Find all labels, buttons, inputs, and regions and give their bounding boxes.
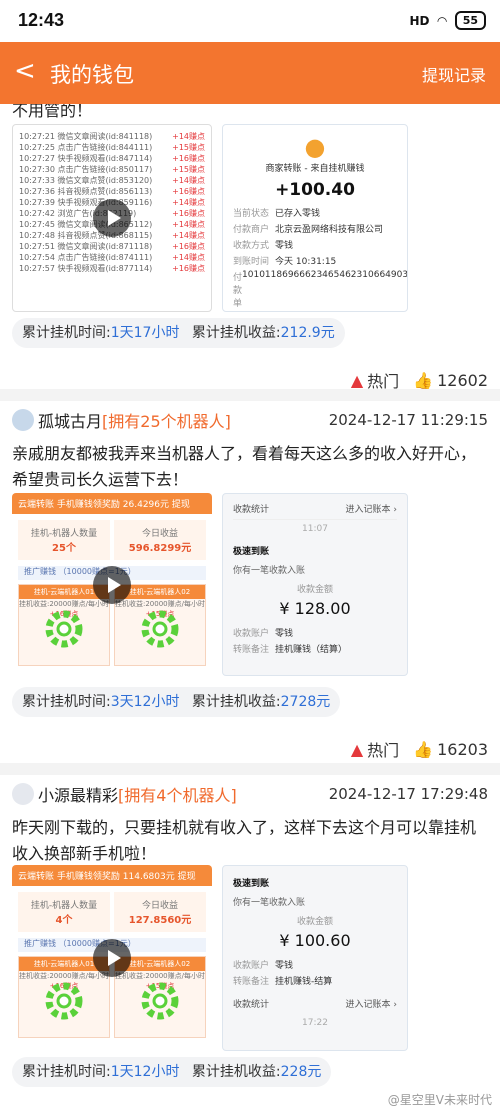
flame-icon: ▲: [350, 370, 364, 390]
username[interactable]: 孤城古月: [38, 408, 102, 432]
receipt-row: 收款方式 零钱: [233, 241, 294, 251]
receipt-amount: +100.40: [275, 180, 355, 200]
play-icon[interactable]: [93, 565, 131, 604]
summary-income: 212.9元: [280, 325, 335, 341]
play-icon[interactable]: [93, 199, 131, 237]
play-icon[interactable]: [93, 939, 131, 977]
back-button[interactable]: <: [14, 56, 36, 86]
receipt-row: 当前状态 已存入零钱: [233, 209, 321, 219]
receipt-title: 商家转账 - 来自挂机赚钱: [265, 164, 365, 174]
merchant-logo-icon: ●: [304, 133, 326, 161]
hangup-summary: 累计挂机时间:1天17小时 累计挂机收益:212.9元: [12, 318, 345, 348]
stat-grid: 挂机-机器人数量 25个 今日收益 596.8299元: [12, 514, 212, 566]
gear-icon: [141, 610, 179, 648]
log-row: 10:27:33 微信文章点赞(id:853120) +14赚点: [19, 176, 205, 185]
like-button[interactable]: 👍 12602: [413, 371, 488, 390]
app-screenshot-video[interactable]: 云端转账 手机赚钱领奖励 26.4296元 提现 挂机-机器人数量 25个 今日收…: [12, 493, 212, 676]
post-card: 孤城古月 [拥有25个机器人] 2024-12-17 11:29:15 亲戚朋友…: [0, 401, 500, 763]
summary-income-label: 累计挂机收益:: [191, 325, 281, 341]
receipt-screenshot[interactable]: 极速到账 你有一笔收款入账 收款金额 ¥ 100.60 收款账户 零钱 转账备注 挂机…: [222, 865, 408, 1051]
gear-icon: [45, 982, 83, 1020]
status-bar: 12:43 HD ◠ 55: [0, 0, 500, 42]
log-row: 10:27:54 点击广告链接(id:874111) +14赚点: [19, 253, 205, 262]
status-icons: HD ◠ 55: [409, 11, 486, 30]
post-text: 昨天刚下载的，只要挂机就有收入了，这样下去这个月可以靠挂机收入换部新手机啦！: [12, 818, 477, 863]
balance-bar: 云端转账 手机赚钱领奖励 26.4296元 提现: [12, 493, 212, 514]
summary-time: 1天17小时: [110, 325, 180, 341]
wifi-icon: ◠: [437, 13, 447, 28]
post-text: 不用管的！: [12, 104, 93, 120]
signal-icon: HD: [409, 13, 430, 28]
thumbs-up-icon: 👍: [413, 370, 434, 390]
log-row: 10:27:57 快手视频观看(id:877114) +16赚点: [19, 264, 205, 273]
robot-count-badge: [拥有25个机器人]: [102, 412, 231, 431]
receipt-row: 转账备注 挂机赚钱（结算）: [233, 645, 348, 655]
hot-badge: ▲ 热门: [350, 370, 400, 392]
post-card: 小源最精彩 [拥有4个机器人] 2024-12-17 17:29:48 昨天刚下…: [0, 775, 500, 1112]
post-feed[interactable]: 不用管的！ 10:27:21 微信文章阅读(id:841118) +14赚点 10:…: [0, 104, 500, 1112]
receipt-rows: 当前状态 已存入零钱付款商户 北京云盈网络科技有限公司 收款方式 零钱到账时间 今天 10…: [233, 206, 408, 311]
receipt-row: 付款商户 北京云盈网络科技有限公司: [233, 225, 384, 235]
receipt-row: 转账备注 挂机赚钱-结算: [233, 977, 333, 987]
post-time: 2024-12-17 11:29:15: [328, 411, 488, 429]
like-count: 16203: [437, 739, 488, 759]
status-time: 12:43: [18, 10, 65, 30]
app-screenshot-video[interactable]: 云端转账 手机赚钱领奖励 114.6803元 提现 挂机-机器人数量 4个 今日收…: [12, 865, 212, 1051]
task-log-video[interactable]: 10:27:21 微信文章阅读(id:841118) +14赚点 10:27:25 …: [12, 124, 212, 312]
gear-icon: [141, 982, 179, 1020]
log-row: 10:27:27 快手视频观看(id:847114) +16赚点: [19, 154, 205, 163]
hot-badge: ▲ 热门: [350, 739, 400, 761]
receipt-amount: ¥ 100.60: [279, 931, 351, 950]
watermark: @星空里V未来时代: [387, 1093, 492, 1107]
username[interactable]: 小源最精彩: [38, 782, 118, 806]
receipt-row: 到账时间 今天 10:31:15: [233, 257, 337, 267]
receipt-row: 付款单号10101186966623465462310664903657: [233, 270, 408, 309]
hangup-summary: 累计挂机时间:1天12小时 累计挂机收益:228元: [12, 1057, 332, 1087]
post-stats: ▲ 热门 👍 12602: [351, 368, 488, 392]
post-time: 2024-12-17 17:29:48: [328, 785, 488, 803]
log-row: 10:27:25 点击广告链接(id:844111) +15赚点: [19, 143, 205, 152]
receipt-row: 收款账户 零钱: [233, 629, 294, 639]
balance-bar: 云端转账 手机赚钱领奖励 114.6803元 提现: [12, 865, 212, 886]
page-title: 我的钱包: [50, 63, 134, 87]
log-row: 10:27:51 微信文章阅读(id:871118) +16赚点: [19, 242, 205, 251]
post-header: 小源最精彩 [拥有4个机器人] 2024-12-17 17:29:48: [12, 781, 488, 807]
receipt-screenshot[interactable]: ● 商家转账 - 来自挂机赚钱 +100.40 当前状态 已存入零钱付款商户 北京云…: [222, 124, 408, 312]
log-row: 10:27:21 微信文章阅读(id:841118) +14赚点: [19, 132, 205, 141]
hangup-summary: 累计挂机时间:3天12小时 累计挂机收益:2728元: [12, 687, 341, 717]
post-text: 亲戚朋友都被我弄来当机器人了，看着每天这么多的收入好开心，希望贵司长久运营下去！: [12, 444, 477, 489]
receipt-amount: ¥ 128.00: [279, 599, 351, 618]
post-stats: ▲ 热门 👍 16203: [351, 737, 488, 761]
robot-count-badge: [拥有4个机器人]: [118, 786, 237, 805]
flame-icon: ▲: [350, 739, 364, 759]
post-card: 不用管的！ 10:27:21 微信文章阅读(id:841118) +14赚点 10:…: [0, 104, 500, 392]
battery-icon: 55: [454, 11, 486, 30]
gear-icon: [45, 610, 83, 648]
like-count: 12602: [437, 370, 488, 390]
log-row: 10:27:36 抖音视频点赞(id:856113) +16赚点: [19, 187, 205, 196]
avatar[interactable]: [12, 783, 34, 805]
stat-grid: 挂机-机器人数量 4个 今日收益 127.8560元: [12, 886, 212, 938]
receipt-screenshot[interactable]: 收款统计 进入记账本 › 11:07 极速到账 你有一笔收款入账 收款金额 ¥ 1…: [222, 493, 408, 676]
like-button[interactable]: 👍 16203: [413, 740, 488, 759]
post-header: 孤城古月 [拥有25个机器人] 2024-12-17 11:29:15: [12, 407, 488, 433]
thumbs-up-icon: 👍: [413, 739, 434, 759]
receipt-row: 收款账户 零钱: [233, 961, 294, 971]
summary-time-label: 累计挂机时间:: [22, 325, 111, 341]
avatar[interactable]: [12, 409, 34, 431]
withdraw-history-link[interactable]: 提现记录: [422, 62, 486, 86]
log-row: 10:27:30 点击广告链接(id:850117) +15赚点: [19, 165, 205, 174]
app-header: < 我的钱包 提现记录: [0, 42, 500, 104]
